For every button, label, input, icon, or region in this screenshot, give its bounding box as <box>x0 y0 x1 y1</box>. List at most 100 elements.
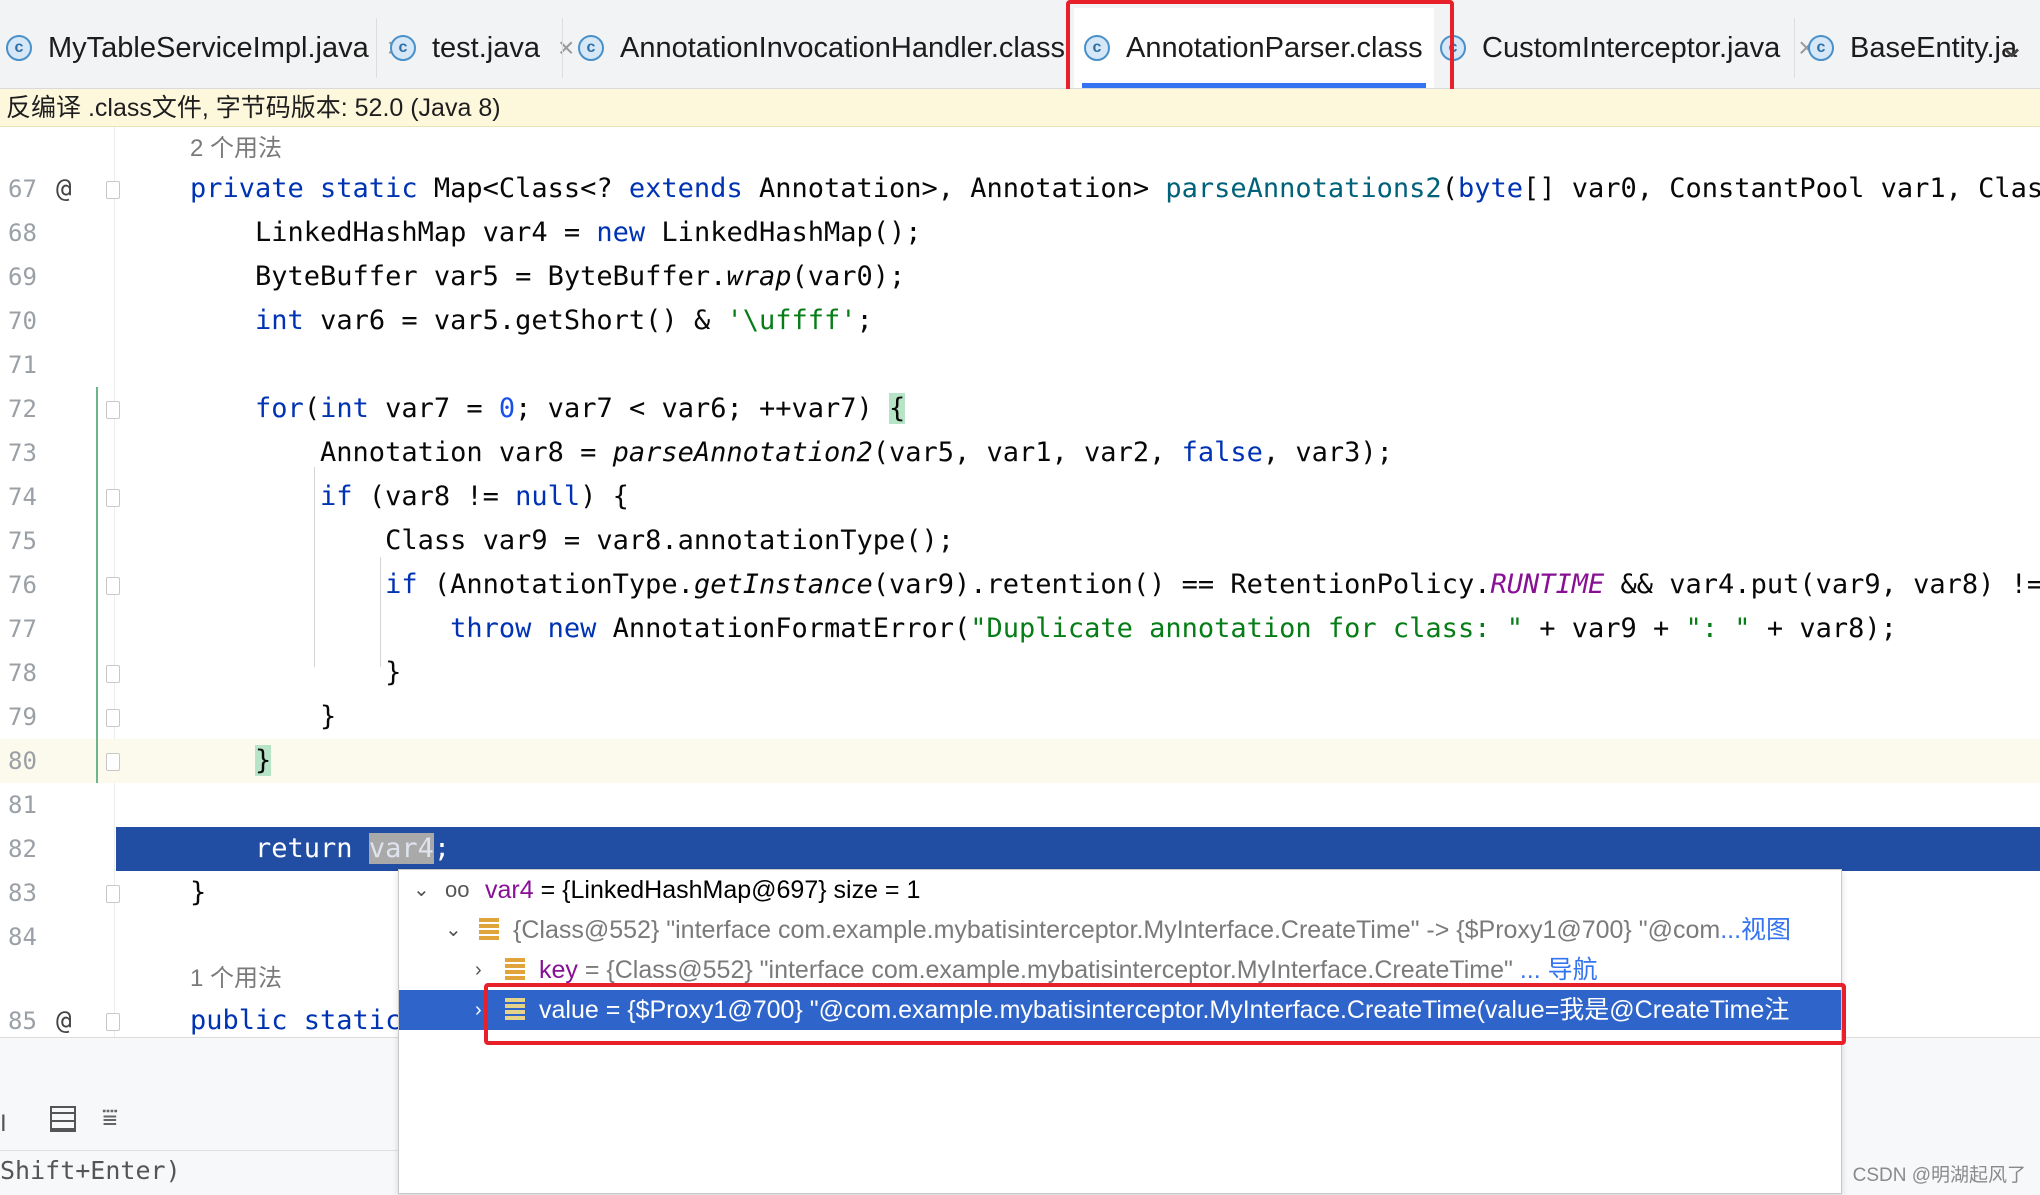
chevron-down-icon[interactable]: ⌄ <box>413 870 430 910</box>
tab-label: CustomInterceptor.java <box>1482 31 1781 64</box>
line-number: 81 <box>8 791 37 819</box>
line-number: 83 <box>8 879 37 907</box>
line-number: 85 <box>8 1007 37 1035</box>
tab-annotationinvocationhandler[interactable]: c AnnotationInvocationHandler.class × <box>578 8 1099 88</box>
active-tab-annotation-box <box>1066 0 1454 94</box>
code-line[interactable]: 70 int var6 = var5.getShort() & '\uffff'… <box>0 299 2040 343</box>
line-number: 72 <box>8 395 37 423</box>
line-number: 70 <box>8 307 37 335</box>
code-line[interactable]: 76 if (AnnotationType.getInstance(var9).… <box>0 563 2040 607</box>
code-line[interactable]: 77 throw new AnnotationFormatError("Dupl… <box>0 607 2040 651</box>
fold-icon[interactable] <box>106 665 120 683</box>
fold-icon[interactable] <box>106 885 120 903</box>
code-text: int var6 = var5.getShort() & '\uffff'; <box>255 305 873 336</box>
class-icon: c <box>1808 35 1834 61</box>
fold-icon[interactable] <box>106 401 120 419</box>
code-line[interactable]: 71 <box>0 343 2040 387</box>
code-text: public static <box>190 1005 402 1036</box>
chevron-right-icon[interactable]: › <box>475 950 482 990</box>
vcs-change-marker[interactable] <box>96 387 98 783</box>
code-text: Class var9 = var8.annotationType(); <box>190 525 955 556</box>
line-number: 71 <box>8 351 37 379</box>
line-number: 73 <box>8 439 37 467</box>
code-line[interactable]: 78 } <box>0 651 2040 695</box>
code-line-current[interactable]: 80 } <box>0 739 2040 783</box>
tab-label: AnnotationInvocationHandler.class <box>620 31 1065 64</box>
value-annotation-box <box>484 983 1846 1045</box>
code-text: ByteBuffer var5 = ByteBuffer.wrap(var0); <box>190 261 906 292</box>
code-line-execution-point[interactable]: 82 return var4; <box>0 827 2040 871</box>
class-icon: c <box>6 35 32 61</box>
line-number: 68 <box>8 219 37 247</box>
code-text: private static Map<Class<? extends Annot… <box>190 173 2040 204</box>
calculator-icon[interactable] <box>50 1106 76 1132</box>
fold-icon[interactable] <box>106 753 120 771</box>
code-line[interactable]: 72 for(int var7 = 0; var7 < var6; ++var7… <box>0 387 2040 431</box>
tree-node-entry[interactable]: ⌄ {Class@552} "interface com.example.myb… <box>399 910 1841 950</box>
key-value: = {Class@552} "interface com.example.myb… <box>577 956 1520 984</box>
field-icon <box>505 958 525 980</box>
entry-text: {Class@552} "interface com.example.mybat… <box>513 916 1721 944</box>
chevron-down-icon[interactable]: ⌄ <box>1998 26 2027 66</box>
code-text: if (var8 != null) { <box>320 481 629 512</box>
eval-toolbar: I ⩸ <box>0 1098 400 1148</box>
code-line[interactable]: 74 if (var8 != null) { <box>0 475 2040 519</box>
tab-baseentity[interactable]: c BaseEntity.ja <box>1808 8 2017 88</box>
code-text: return var4; <box>255 833 451 864</box>
node-text: {Class@552} "interface com.example.mybat… <box>513 910 1791 950</box>
chevron-down-icon[interactable]: ⌄ <box>445 910 462 950</box>
filter-icon[interactable]: ⩸ <box>102 1102 118 1134</box>
tab-separator <box>562 18 563 78</box>
divider <box>0 1150 400 1151</box>
code-line[interactable]: 67 @ private static Map<Class<? extends … <box>0 167 2040 211</box>
code-text: throw new AnnotationFormatError("Duplica… <box>450 613 1897 644</box>
text-cursor-icon: I <box>0 1110 7 1137</box>
usage-hint-row: 2 个用法 <box>0 127 2040 171</box>
code-line[interactable]: 81 <box>0 783 2040 827</box>
fold-icon[interactable] <box>106 709 120 727</box>
code-text: if (AnnotationType.getInstance(var9).ret… <box>385 569 2040 600</box>
fold-icon[interactable] <box>106 577 120 595</box>
line-number: 79 <box>8 703 37 731</box>
implements-marker-icon[interactable]: @ <box>56 167 72 211</box>
close-icon[interactable]: × <box>558 32 574 64</box>
line-number: 75 <box>8 527 37 555</box>
decompiled-info-bar: 反编译 .class文件, 字节码版本: 52.0 (Java 8) <box>0 89 2040 127</box>
top-strip <box>0 0 2040 8</box>
line-number: 84 <box>8 923 37 951</box>
line-number: 77 <box>8 615 37 643</box>
usage-hint[interactable]: 1 个用法 <box>190 957 282 1001</box>
fold-icon[interactable] <box>106 489 120 507</box>
tab-label: MyTableServiceImpl.java <box>48 31 369 64</box>
tab-test[interactable]: c test.java × <box>390 8 574 88</box>
line-number: 76 <box>8 571 37 599</box>
code-line[interactable]: 73 Annotation var8 = parseAnnotation2(va… <box>0 431 2040 475</box>
map-entry-icon <box>479 918 499 940</box>
code-line[interactable]: 79 } <box>0 695 2040 739</box>
navigate-link[interactable]: ... 导航 <box>1520 956 1598 984</box>
tab-separator <box>1794 18 1795 78</box>
line-number: 67 <box>8 175 37 203</box>
code-text: } <box>190 877 207 908</box>
var-name: var4 <box>485 876 534 904</box>
code-text: Annotation var8 = parseAnnotation2(var5,… <box>190 437 1393 468</box>
chevron-right-icon[interactable]: › <box>475 990 482 1030</box>
var-value: = {LinkedHashMap@697} size = 1 <box>533 876 921 904</box>
tab-separator <box>376 18 377 78</box>
tab-mytableserviceimpl[interactable]: c MyTableServiceImpl.java × <box>6 8 403 88</box>
tab-label: test.java <box>432 31 540 64</box>
tree-node-var4[interactable]: ⌄ oo var4 = {LinkedHashMap@697} size = 1 <box>399 870 1841 910</box>
fold-icon[interactable] <box>106 1013 120 1031</box>
line-number: 74 <box>8 483 37 511</box>
tab-custominterceptor[interactable]: c CustomInterceptor.java × <box>1440 8 1815 88</box>
view-link[interactable]: ...视图 <box>1720 916 1791 944</box>
code-line[interactable]: 69 ByteBuffer var5 = ByteBuffer.wrap(var… <box>0 255 2040 299</box>
code-text: } <box>190 657 402 688</box>
evaluate-hint: Shift+Enter) <box>0 1156 181 1185</box>
fold-icon[interactable] <box>106 181 120 199</box>
watermark: CSDN @明湖起风了 <box>1852 1165 2026 1186</box>
code-line[interactable]: 68 LinkedHashMap var4 = new LinkedHashMa… <box>0 211 2040 255</box>
implements-marker-icon[interactable]: @ <box>56 999 72 1037</box>
code-line[interactable]: 75 Class var9 = var8.annotationType(); <box>0 519 2040 563</box>
usage-hint[interactable]: 2 个用法 <box>190 127 282 171</box>
